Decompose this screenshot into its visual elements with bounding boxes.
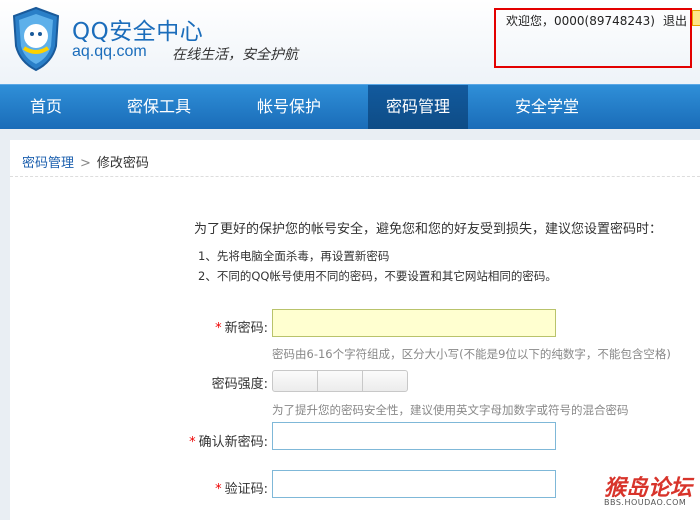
captcha-label: * 验证码: bbox=[215, 482, 268, 497]
password-strength-label: 密码强度: bbox=[211, 377, 268, 392]
password-strength-hint: 为了提升您的密码安全性，建议使用英文字母加数字或符号的混合密码 bbox=[272, 403, 629, 417]
breadcrumb-separator: > bbox=[80, 156, 91, 171]
password-strength-meter bbox=[272, 370, 408, 392]
breadcrumb-parent-link[interactable]: 密码管理 bbox=[22, 156, 74, 171]
tip-2: 2、不同的QQ帐号使用不同的密码，不要设置和其它网站相同的密码。 bbox=[198, 269, 557, 283]
new-password-hint: 密码由6-16个字符组成，区分大小写(不能是9位以下的纯数字，不能包含空格) bbox=[272, 347, 671, 361]
intro-text: 为了更好的保护您的帐号安全，避免您和您的好友受到损失，建议您设置密码时： bbox=[194, 222, 663, 237]
confirm-password-label: * 确认新密码: bbox=[189, 435, 268, 450]
tip-1: 1、先将电脑全面杀毒，再设置新密码 bbox=[198, 249, 390, 263]
nav-item-security-school[interactable]: 安全学堂 bbox=[494, 85, 600, 129]
qq-shield-logo-icon[interactable] bbox=[10, 6, 62, 72]
required-mark: * bbox=[215, 321, 222, 336]
nav-item-home[interactable]: 首页 bbox=[0, 85, 92, 129]
content-panel: 密码管理 > 修改密码 为了更好的保护您的帐号安全，避免您和您的好友受到损失，建议您… bbox=[10, 140, 700, 520]
logo-slogan: 在线生活，安全护航 bbox=[172, 47, 298, 63]
watermark-url: BBS.HOUDAO.COM bbox=[604, 498, 687, 507]
welcome-text: 欢迎您，0000(89748243) bbox=[506, 14, 655, 28]
nav-item-account-protection[interactable]: 帐号保护 bbox=[234, 85, 344, 129]
nav-item-security-tools[interactable]: 密保工具 bbox=[104, 85, 214, 129]
required-mark: * bbox=[215, 482, 222, 497]
required-mark: * bbox=[189, 435, 196, 450]
captcha-input[interactable] bbox=[272, 470, 556, 498]
logo-title: QQ安全中心 bbox=[72, 19, 204, 45]
new-password-input[interactable] bbox=[272, 309, 556, 337]
breadcrumb-current: 修改密码 bbox=[96, 156, 149, 171]
logo-url[interactable]: aq.qq.com bbox=[72, 43, 147, 61]
strength-segment-medium bbox=[317, 370, 363, 392]
watermark: 猴岛论坛 BBS.HOUDAO.COM bbox=[604, 470, 692, 507]
nav-item-password-management[interactable]: 密码管理 bbox=[368, 85, 468, 129]
new-password-label: * 新密码: bbox=[215, 321, 268, 336]
logout-link[interactable]: 退出 bbox=[663, 12, 687, 29]
breadcrumb: 密码管理 > 修改密码 bbox=[22, 152, 149, 171]
top-right-widget-icon[interactable] bbox=[692, 10, 700, 26]
main-nav: 首页 密保工具 帐号保护 密码管理 安全学堂 bbox=[0, 84, 700, 129]
breadcrumb-divider bbox=[10, 176, 700, 177]
header: QQ安全中心 aq.qq.com 在线生活，安全护航 欢迎您，0000(8974… bbox=[0, 0, 700, 84]
strength-segment-weak bbox=[272, 370, 318, 392]
strength-segment-strong bbox=[362, 370, 408, 392]
confirm-password-input[interactable] bbox=[272, 422, 556, 450]
